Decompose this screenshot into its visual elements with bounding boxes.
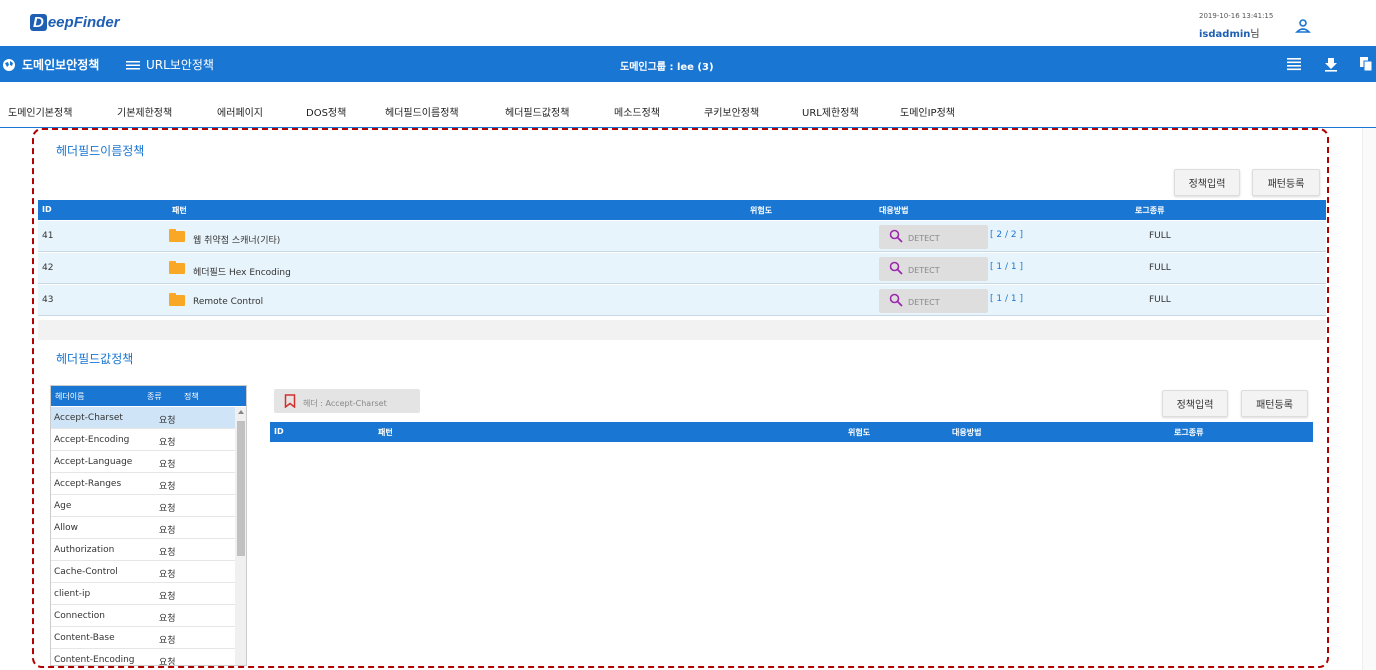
- nav-domain-policy-label: 도메인보안정책: [22, 58, 100, 72]
- tab-cookie[interactable]: 쿠키보안정책: [704, 104, 759, 119]
- globe-icon: [3, 58, 15, 71]
- download-icon[interactable]: [1323, 56, 1339, 72]
- annotation-highlight: [32, 128, 1329, 668]
- page-scrollbar[interactable]: [1362, 128, 1376, 670]
- nav-domain-policy[interactable]: 도메인보안정책: [2, 56, 99, 73]
- nav-url-policy[interactable]: URL보안정책: [126, 56, 214, 73]
- user-icon[interactable]: [1295, 18, 1311, 34]
- timestamp: 2019-10-16 13:41:15: [1199, 12, 1274, 20]
- tab-url-restrict[interactable]: URL제한정책: [802, 104, 859, 119]
- tab-domain-basic[interactable]: 도메인기본정책: [8, 104, 72, 119]
- list-icon: [126, 60, 140, 69]
- tab-domain-ip[interactable]: 도메인IP정책: [900, 104, 955, 119]
- main-nav: 도메인보안정책 URL보안정책 도메인그룹 : lee (3): [0, 46, 1376, 82]
- copy-icon[interactable]: [1358, 56, 1374, 72]
- app-logo[interactable]: DeepFinder: [30, 14, 120, 31]
- tab-error-page[interactable]: 에러페이지: [217, 104, 263, 119]
- policy-tabs: 도메인기본정책 기본제한정책 에러페이지 DOS정책 헤더필드이름정책 헤더필드…: [0, 82, 1376, 128]
- nav-url-policy-label: URL보안정책: [146, 58, 214, 72]
- menu-list-icon[interactable]: [1286, 56, 1302, 72]
- tab-basic-restrict[interactable]: 기본제한정책: [117, 104, 172, 119]
- top-bar: DeepFinder 2019-10-16 13:41:15 isdadmin님: [0, 0, 1376, 46]
- tab-dos[interactable]: DOS정책: [306, 104, 346, 119]
- username: isdadmin님: [1199, 29, 1260, 40]
- domain-group-label: 도메인그룹 : lee (3): [620, 62, 714, 73]
- tab-header-name[interactable]: 헤더필드이름정책: [385, 104, 459, 119]
- tab-header-value[interactable]: 헤더필드값정책: [505, 104, 569, 119]
- tab-method[interactable]: 메소드정책: [614, 104, 660, 119]
